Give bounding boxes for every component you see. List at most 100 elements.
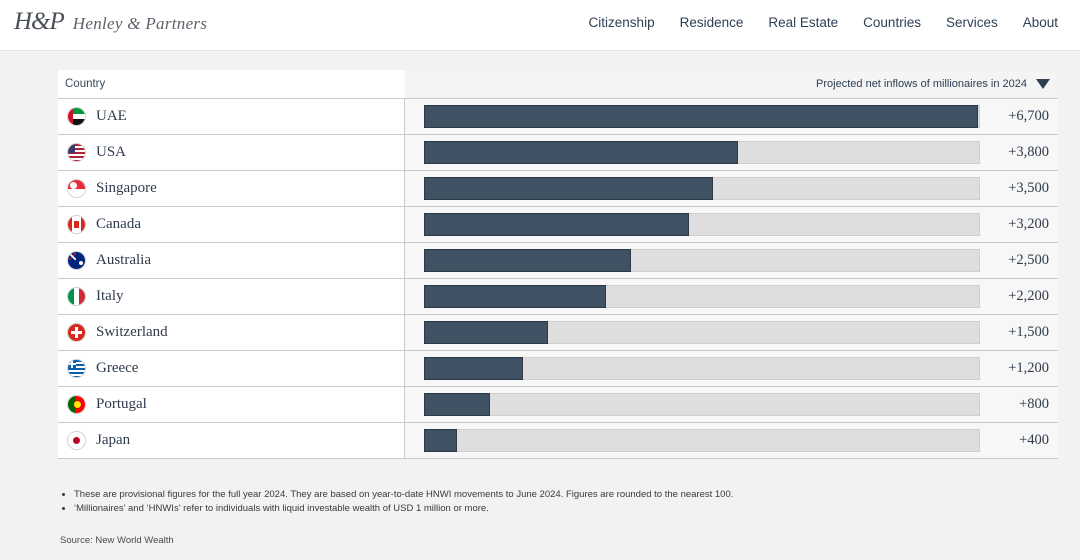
value-cell: +2,500	[990, 243, 1058, 278]
country-cell: Australia	[58, 243, 405, 278]
flag-it-icon	[67, 287, 86, 306]
nav-item-services[interactable]: Services	[946, 15, 998, 30]
country-cell: Italy	[58, 279, 405, 314]
site-header: H&P Henley & Partners Citizenship Reside…	[0, 0, 1080, 51]
country-name: UAE	[96, 108, 127, 124]
bar-fill	[424, 393, 491, 416]
country-name: Australia	[96, 252, 151, 268]
country-cell: Switzerland	[58, 315, 405, 350]
country-cell: Singapore	[58, 171, 405, 206]
bar-fill	[424, 285, 606, 308]
table-row[interactable]: Japan +400	[58, 423, 1058, 459]
bar-track	[424, 249, 980, 272]
value-cell: +3,500	[990, 171, 1058, 206]
column-header-country[interactable]: Country	[58, 70, 405, 98]
country-name: USA	[96, 144, 127, 160]
country-cell: Canada	[58, 207, 405, 242]
table-row[interactable]: Greece +1,200	[58, 351, 1058, 387]
millionaire-inflows-table: Country Projected net inflows of million…	[58, 70, 1058, 459]
table-row[interactable]: USA +3,800	[58, 135, 1058, 171]
flag-ch-icon	[67, 323, 86, 342]
flag-ae-icon	[67, 107, 86, 126]
footnote-item: These are provisional figures for the fu…	[74, 488, 960, 502]
table-row[interactable]: Canada +3,200	[58, 207, 1058, 243]
country-name: Portugal	[96, 396, 147, 412]
flag-us-icon	[67, 143, 86, 162]
nav-item-citizenship[interactable]: Citizenship	[589, 15, 655, 30]
bar-cell	[405, 99, 990, 134]
bar-fill	[424, 429, 458, 452]
bar-cell	[405, 135, 990, 170]
value-cell: +6,700	[990, 99, 1058, 134]
logo-monogram-icon: H&P	[14, 8, 65, 35]
brand-name: Henley & Partners	[72, 14, 208, 33]
value-cell: +400	[990, 423, 1058, 458]
country-name: Canada	[96, 216, 141, 232]
bar-fill	[424, 141, 739, 164]
bar-fill	[424, 249, 631, 272]
bar-cell	[405, 243, 990, 278]
table-row[interactable]: Switzerland +1,500	[58, 315, 1058, 351]
footnote-item: ‘Millionaires’ and ‘HNWIs’ refer to indi…	[74, 502, 960, 516]
table-row[interactable]: Portugal +800	[58, 387, 1058, 423]
value-cell: +800	[990, 387, 1058, 422]
value-cell: +3,800	[990, 135, 1058, 170]
bar-track	[424, 177, 980, 200]
bar-cell	[405, 207, 990, 242]
value-cell: +1,500	[990, 315, 1058, 350]
country-cell: Japan	[58, 423, 405, 458]
bar-cell	[405, 387, 990, 422]
value-cell: +2,200	[990, 279, 1058, 314]
table-row[interactable]: UAE +6,700	[58, 99, 1058, 135]
flag-au-icon	[67, 251, 86, 270]
country-name: Greece	[96, 360, 139, 376]
flag-sg-icon	[67, 179, 86, 198]
country-name: Japan	[96, 432, 131, 448]
bar-track	[424, 357, 980, 380]
bar-cell	[405, 171, 990, 206]
bar-track	[424, 429, 980, 452]
table-row[interactable]: Australia +2,500	[58, 243, 1058, 279]
table-body: UAE +6,700 USA +3,800 Singapore +3,500 Canada +…	[58, 98, 1058, 459]
flag-gr-icon	[67, 359, 86, 378]
bar-cell	[405, 279, 990, 314]
nav-item-countries[interactable]: Countries	[863, 15, 921, 30]
flag-ca-icon	[67, 215, 86, 234]
bar-cell	[405, 315, 990, 350]
table-row[interactable]: Italy +2,200	[58, 279, 1058, 315]
bar-track	[424, 141, 980, 164]
bar-cell	[405, 423, 990, 458]
bar-track	[424, 213, 980, 236]
nav-item-about[interactable]: About	[1023, 15, 1058, 30]
bar-fill	[424, 213, 689, 236]
country-cell: Greece	[58, 351, 405, 386]
bar-fill	[424, 177, 714, 200]
country-name: Italy	[96, 288, 124, 304]
flag-pt-icon	[67, 395, 86, 414]
column-header-metric[interactable]: Projected net inflows of millionaires in…	[405, 70, 1058, 98]
nav-item-residence[interactable]: Residence	[680, 15, 744, 30]
source-label: Source: New World Wealth	[60, 535, 174, 546]
country-name: Singapore	[96, 180, 157, 196]
caret-down-icon[interactable]	[1036, 79, 1050, 89]
footnotes-list: These are provisional figures for the fu…	[60, 488, 960, 516]
bar-track	[424, 105, 980, 128]
column-header-metric-label: Projected net inflows of millionaires in…	[816, 78, 1027, 90]
table-header-row: Country Projected net inflows of million…	[58, 70, 1058, 98]
brand-logo[interactable]: H&P Henley & Partners	[14, 8, 207, 36]
country-cell: UAE	[58, 99, 405, 134]
bar-fill	[424, 321, 549, 344]
nav-item-real-estate[interactable]: Real Estate	[768, 15, 838, 30]
bar-fill	[424, 357, 524, 380]
value-cell: +3,200	[990, 207, 1058, 242]
column-header-country-label: Country	[65, 78, 106, 90]
bar-track	[424, 321, 980, 344]
main-navigation: Citizenship Residence Real Estate Countr…	[589, 15, 1058, 30]
bar-fill	[424, 105, 978, 128]
table-row[interactable]: Singapore +3,500	[58, 171, 1058, 207]
bar-track	[424, 393, 980, 416]
country-name: Switzerland	[96, 324, 168, 340]
country-cell: Portugal	[58, 387, 405, 422]
value-cell: +1,200	[990, 351, 1058, 386]
country-cell: USA	[58, 135, 405, 170]
